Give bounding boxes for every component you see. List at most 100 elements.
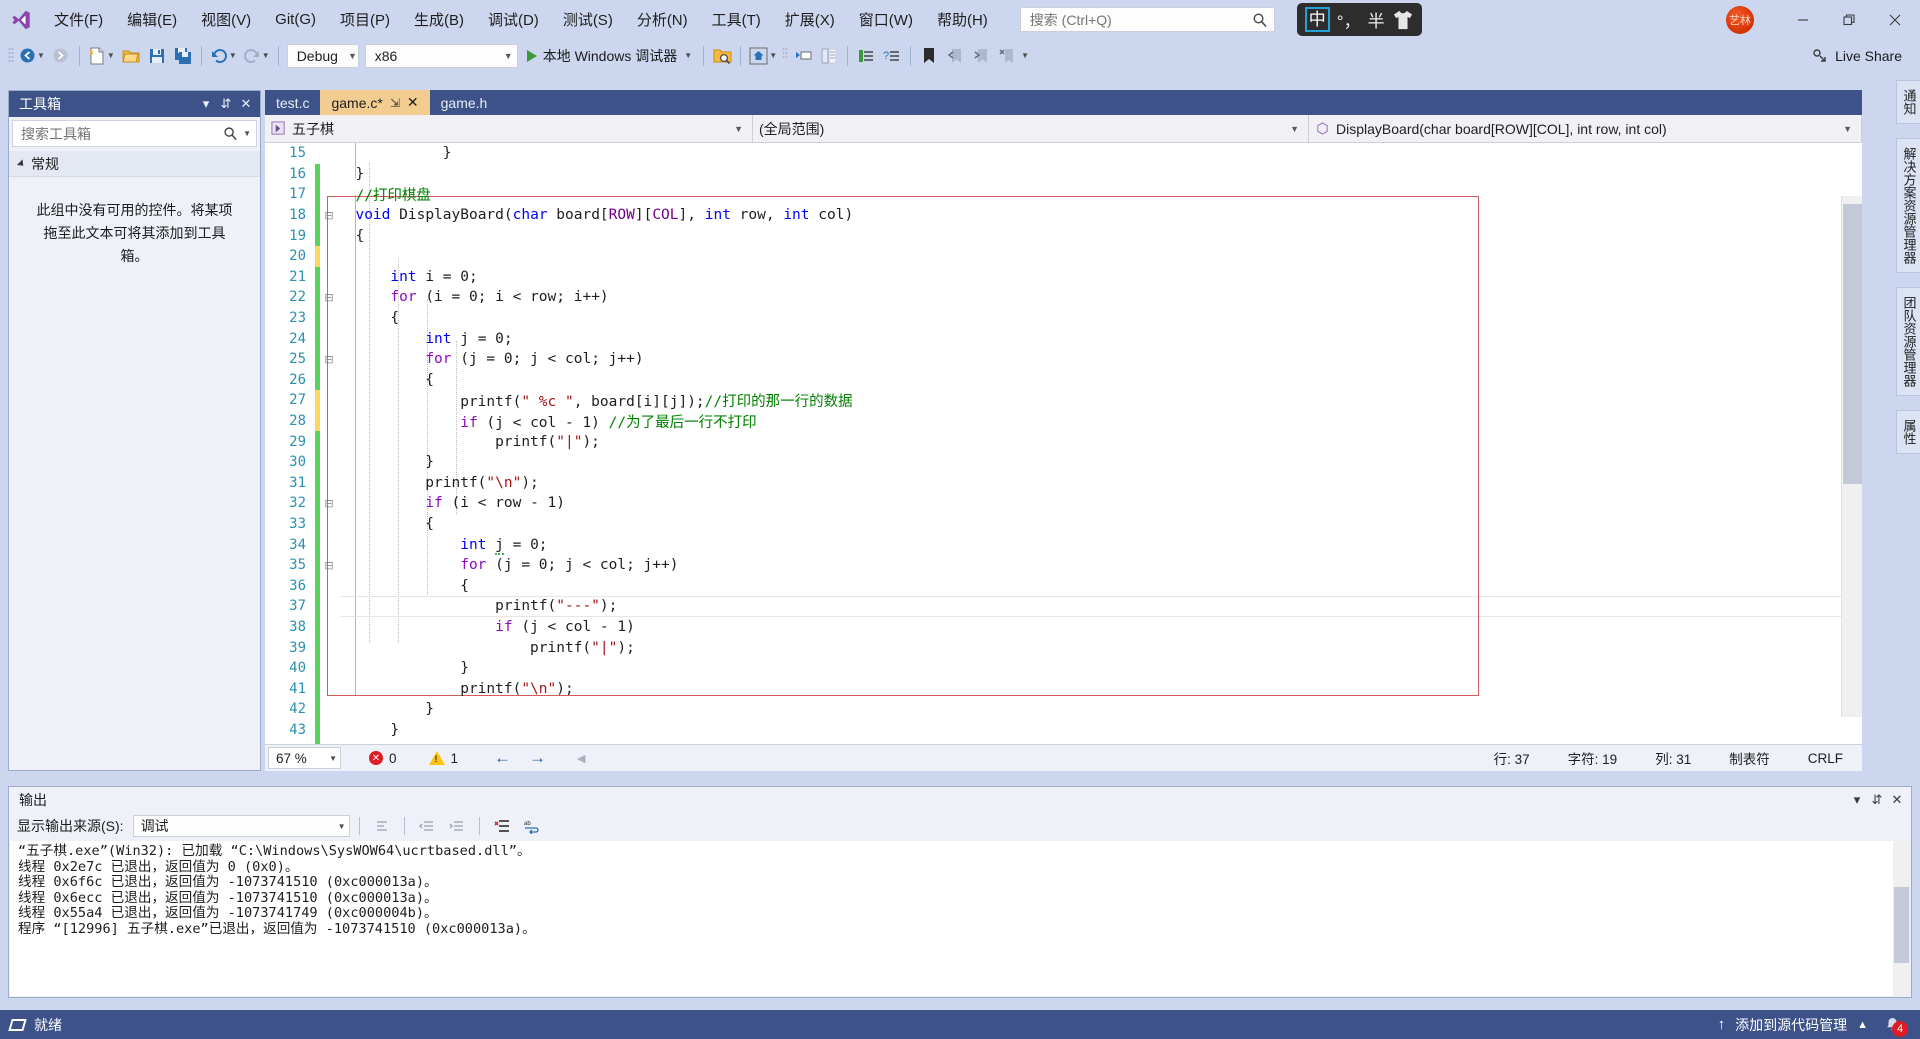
save-button[interactable] bbox=[144, 43, 170, 69]
save-all-button[interactable] bbox=[170, 43, 196, 69]
menu-help[interactable]: 帮助(H) bbox=[925, 7, 1000, 33]
toolbar-grip-icon[interactable] bbox=[6, 46, 16, 66]
code-line-row[interactable]: 16 } bbox=[265, 163, 1841, 185]
menu-file[interactable]: 文件(F) bbox=[42, 7, 115, 33]
code-line-row[interactable]: 20 bbox=[265, 245, 1841, 267]
chevron-down-icon[interactable]: ▼ bbox=[494, 51, 513, 61]
restore-button[interactable] bbox=[1826, 1, 1872, 39]
chevron-down-icon[interactable]: ▼ bbox=[1837, 124, 1858, 134]
code-line-row[interactable]: 38 if (j < col - 1) bbox=[265, 616, 1841, 638]
previous-issue-button[interactable]: ← bbox=[468, 748, 520, 768]
chevron-down-icon[interactable]: ▾ bbox=[1847, 790, 1867, 810]
ime-indicator-bar[interactable]: 中 °， 半 bbox=[1296, 3, 1422, 36]
code-line-row[interactable]: 17 //打印棋盘 bbox=[265, 184, 1841, 205]
code-line-row[interactable]: 15 } bbox=[265, 143, 1841, 164]
pin-icon[interactable]: ⇵ bbox=[1867, 790, 1887, 810]
code-line-row[interactable]: 41 printf("\n"); bbox=[265, 678, 1841, 700]
collapse-toggle-icon[interactable]: ⊟ bbox=[320, 291, 338, 304]
output-text[interactable]: “五子棋.exe”(Win32): 已加载 “C:\Windows\SysWOW… bbox=[10, 841, 1910, 996]
minimize-button[interactable] bbox=[1780, 1, 1826, 39]
code-line-row[interactable]: 43 } bbox=[265, 719, 1841, 741]
solution-configuration-combo[interactable]: Debug ▼ bbox=[286, 43, 359, 68]
clear-all-button[interactable] bbox=[489, 814, 515, 838]
dock-tab-properties[interactable]: 属性 bbox=[1895, 410, 1920, 454]
solution-platform-combo[interactable]: x86 ▼ bbox=[364, 43, 518, 68]
toggle-bookmark-button[interactable] bbox=[916, 43, 942, 69]
project-combo[interactable]: 五子棋 ▼ bbox=[265, 115, 753, 142]
toggle-word-wrap-button[interactable]: ab bbox=[519, 814, 545, 838]
chevron-down-icon[interactable]: ▼ bbox=[262, 51, 270, 60]
chevron-up-icon[interactable]: ▲ bbox=[1857, 1019, 1868, 1031]
scrollbar-thumb[interactable] bbox=[1843, 204, 1862, 484]
code-line-row[interactable]: 35 ⊟ for (j = 0; j < col; j++) bbox=[265, 554, 1841, 576]
warning-count[interactable]: 1 bbox=[407, 751, 469, 766]
menu-window[interactable]: 窗口(W) bbox=[847, 7, 925, 33]
zoom-level-combo[interactable]: 67 % ▼ bbox=[268, 747, 341, 769]
menu-project[interactable]: 项目(P) bbox=[328, 7, 402, 33]
collapse-toggle-icon[interactable]: ⊟ bbox=[320, 497, 338, 510]
chevron-down-icon[interactable]: ▼ bbox=[338, 51, 357, 61]
output-source-combo[interactable]: 调试 ▼ bbox=[132, 815, 350, 837]
collapse-toggle-icon[interactable]: ⊟ bbox=[320, 209, 338, 222]
code-line-row[interactable]: 27 printf(" %c ", board[i][j]);//打印的那一行的… bbox=[265, 390, 1841, 411]
code-line-row[interactable]: 36 { bbox=[265, 575, 1841, 597]
close-icon[interactable]: ✕ bbox=[1887, 790, 1907, 810]
code-line-row[interactable]: 34 int j = 0; bbox=[265, 534, 1841, 555]
dock-tab-solution-explorer[interactable]: 解决方案资源管理器 bbox=[1895, 138, 1920, 273]
scrollbar-thumb[interactable] bbox=[1894, 887, 1909, 963]
code-line-row[interactable]: 21 int i = 0; bbox=[265, 266, 1841, 288]
line-ending-indicator[interactable]: CRLF bbox=[1789, 751, 1862, 766]
chevron-down-icon[interactable]: ▼ bbox=[1284, 124, 1305, 134]
editor-vertical-scrollbar[interactable] bbox=[1841, 196, 1862, 717]
code-line-row[interactable]: 37 printf("---"); bbox=[265, 596, 1841, 617]
tabs-indicator[interactable]: 制表符 bbox=[1710, 748, 1789, 768]
code-line-row[interactable]: 26 { bbox=[265, 369, 1841, 391]
collapse-toggle-icon[interactable]: ⊟ bbox=[320, 353, 338, 366]
menu-tools[interactable]: 工具(T) bbox=[700, 7, 773, 33]
quick-launch-search[interactable] bbox=[1019, 7, 1275, 32]
code-line-row[interactable]: 42 } bbox=[265, 699, 1841, 720]
go-to-previous-message-button[interactable] bbox=[414, 814, 440, 838]
find-message-button[interactable] bbox=[369, 814, 395, 838]
code-line-row[interactable]: 18 ⊟ void DisplayBoard(char board[ROW][CO… bbox=[265, 204, 1841, 226]
chevron-down-icon[interactable]: ▼ bbox=[338, 822, 346, 831]
menu-view[interactable]: 视图(V) bbox=[189, 7, 263, 33]
code-line-row[interactable]: 40 } bbox=[265, 657, 1841, 679]
upload-icon[interactable]: ↑ bbox=[1718, 1016, 1726, 1033]
code-line-row[interactable]: 29 printf("|"); bbox=[265, 431, 1841, 452]
close-icon[interactable]: ✕ bbox=[236, 94, 256, 114]
search-input[interactable] bbox=[1029, 11, 1252, 28]
chevron-down-icon[interactable]: ▼ bbox=[728, 124, 749, 134]
next-issue-button[interactable]: → bbox=[520, 748, 555, 768]
avatar[interactable]: 艺林 bbox=[1726, 5, 1754, 34]
member-combo[interactable]: DisplayBoard(char board[ROW][COL], int r… bbox=[1309, 115, 1862, 142]
pin-icon[interactable]: ⇲ bbox=[390, 96, 400, 110]
code-line-row[interactable]: 32 ⊟ if (i < row - 1) bbox=[265, 493, 1841, 514]
toolbar-grip-icon[interactable] bbox=[780, 46, 790, 66]
close-icon[interactable]: ✕ bbox=[407, 94, 419, 111]
output-vertical-scrollbar[interactable] bbox=[1893, 841, 1910, 996]
toolbox-search[interactable]: ▼ bbox=[12, 120, 257, 147]
open-file-button[interactable] bbox=[118, 43, 144, 69]
code-line-row[interactable]: 31 printf("\n"); bbox=[265, 472, 1841, 494]
code-line-row[interactable]: 39 printf("|"); bbox=[265, 637, 1841, 658]
chevron-down-icon[interactable]: ▼ bbox=[769, 51, 777, 60]
toolbox-search-input[interactable] bbox=[21, 125, 224, 142]
menu-build[interactable]: 生成(B) bbox=[402, 7, 476, 33]
collapse-toggle-icon[interactable]: ⊟ bbox=[320, 559, 338, 572]
code-line-row[interactable]: 28 if (j < col - 1) //为了最后一行不打印 bbox=[265, 410, 1841, 432]
error-count[interactable]: ✕ 0 bbox=[341, 751, 407, 766]
code-line-row[interactable]: 24 int j = 0; bbox=[265, 328, 1841, 349]
menu-debug[interactable]: 调试(D) bbox=[476, 7, 551, 33]
chevron-down-icon[interactable]: ▼ bbox=[229, 51, 237, 60]
start-debugging-button[interactable]: 本地 Windows 调试器 ▼ bbox=[521, 43, 699, 69]
redo-button[interactable]: ▼ bbox=[240, 43, 273, 69]
error-list-button[interactable] bbox=[853, 43, 879, 69]
code-editor[interactable]: 15 } 16 } 17 //打印棋盘 18 ⊟ void DisplayBoard(c… bbox=[265, 143, 1862, 744]
undo-button[interactable]: ▼ bbox=[207, 43, 240, 69]
toolbar-overflow-icon[interactable]: ▼ bbox=[1021, 51, 1029, 60]
clear-bookmarks-button[interactable] bbox=[994, 43, 1020, 69]
chevron-down-icon[interactable]: ▼ bbox=[37, 51, 45, 60]
notifications-button[interactable]: 4 bbox=[1878, 1014, 1908, 1037]
live-share-button[interactable]: Live Share bbox=[1811, 47, 1920, 65]
